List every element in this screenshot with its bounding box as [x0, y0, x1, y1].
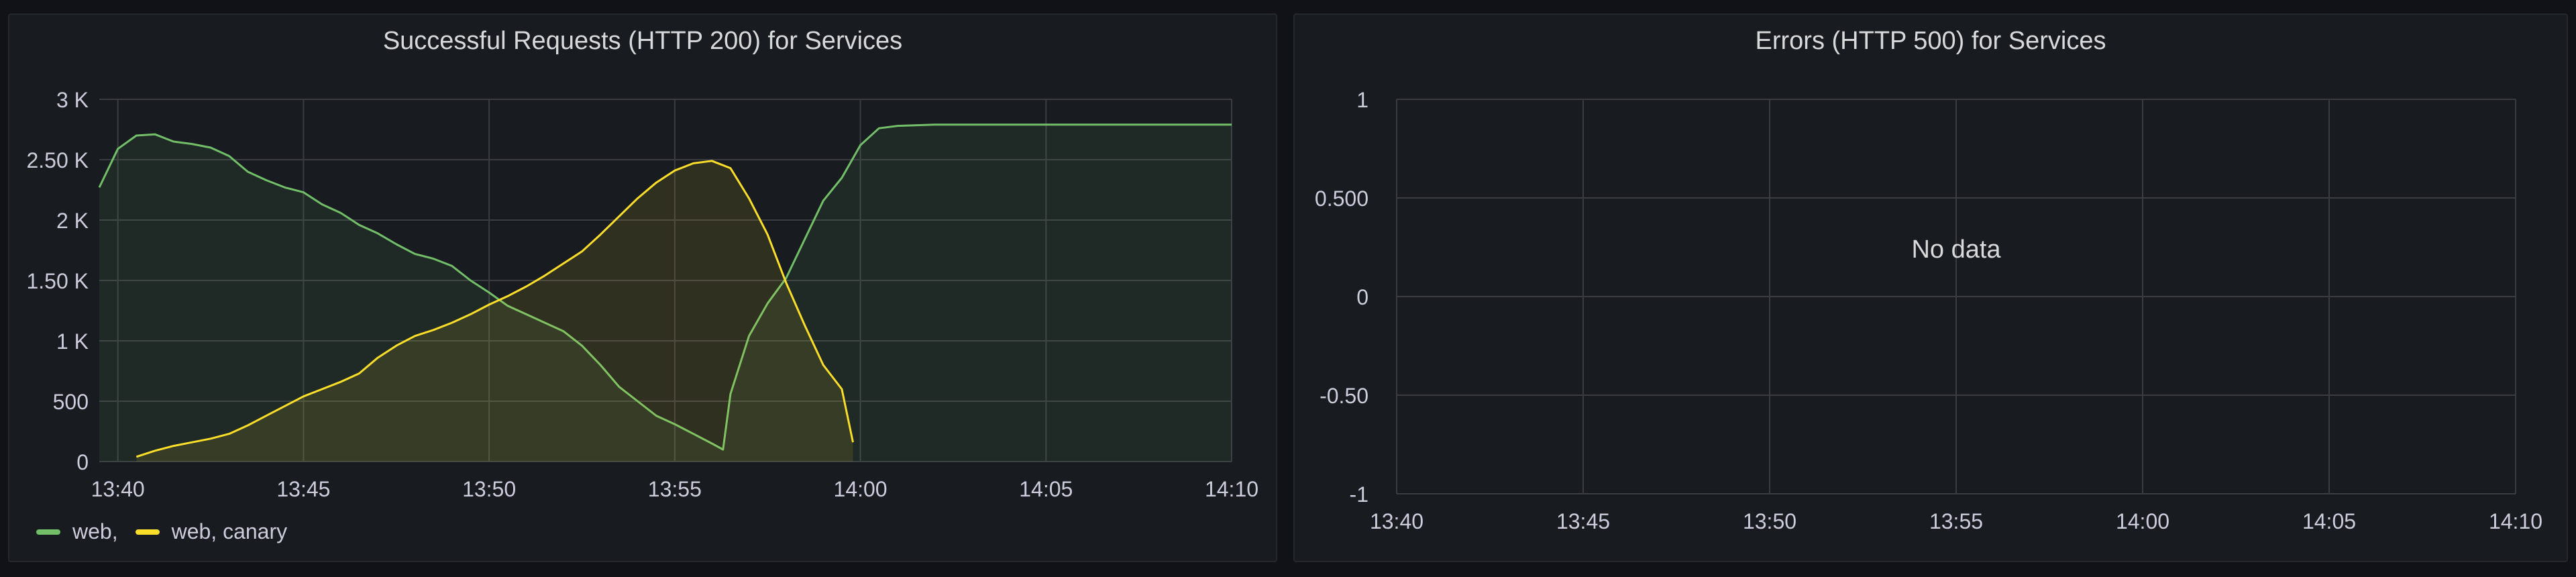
x-tick-label: 13:55: [1929, 509, 1983, 533]
y-tick-label: 1 K: [56, 329, 89, 354]
x-tick-label: 14:00: [2116, 509, 2169, 533]
y-tick-label: 3 K: [56, 88, 89, 112]
y-tick-label: 0.500: [1315, 187, 1368, 211]
y-tick-label: 500: [53, 390, 89, 414]
x-tick-label: 13:40: [1370, 509, 1424, 533]
legend-swatch-web-canary: [135, 529, 160, 535]
y-tick-label: -0.50: [1320, 384, 1368, 408]
x-tick-label: 13:50: [1743, 509, 1796, 533]
legend-item-web[interactable]: web,: [36, 519, 118, 544]
dashboard: Successful Requests (HTTP 200) for Servi…: [0, 0, 2576, 577]
x-tick-label: 13:50: [462, 477, 516, 501]
y-tick-label: 1.50 K: [26, 269, 89, 293]
errors-chart: -1 -0.50 0 0.500 1 13:40 13:45 13:50 13:55 14:00 1…: [1315, 88, 2542, 533]
legend: web, web, canary: [36, 519, 305, 544]
y-tick-label: 0: [76, 450, 89, 474]
y-tick-label: -1: [1350, 482, 1368, 507]
x-tick-label: 14:05: [1019, 477, 1073, 501]
x-tick-label: 13:40: [91, 477, 145, 501]
x-tick-label: 14:10: [2489, 509, 2542, 533]
y-tick-label: 1: [1356, 88, 1368, 112]
x-tick-label: 13:55: [648, 477, 702, 501]
legend-label-web: web,: [72, 519, 118, 543]
y-tick-label: 0: [1356, 285, 1368, 309]
errors-panel[interactable]: Errors (HTTP 500) for Services -1 -0.50 0 0…: [1293, 13, 2568, 562]
successful-requests-chart: 0 500 1 K 1.50 K 2 K 2.50 K 3 K 13:40 13:45 13:50…: [26, 88, 1258, 501]
y-tick-label: 2 K: [56, 209, 89, 233]
successful-requests-panel[interactable]: Successful Requests (HTTP 200) for Servi…: [8, 13, 1277, 562]
grid: [1396, 99, 2516, 494]
legend-label-web-canary: web, canary: [171, 519, 288, 543]
legend-item-web-canary[interactable]: web, canary: [135, 519, 288, 544]
x-tick-label: 14:10: [1205, 477, 1258, 501]
x-tick-label: 14:05: [2302, 509, 2356, 533]
x-tick-label: 13:45: [276, 477, 330, 501]
y-tick-label: 2.50 K: [26, 148, 89, 172]
x-tick-label: 14:00: [834, 477, 888, 501]
x-tick-label: 13:45: [1556, 509, 1610, 533]
no-data-message: No data: [1911, 235, 2001, 264]
legend-swatch-web: [36, 529, 60, 535]
